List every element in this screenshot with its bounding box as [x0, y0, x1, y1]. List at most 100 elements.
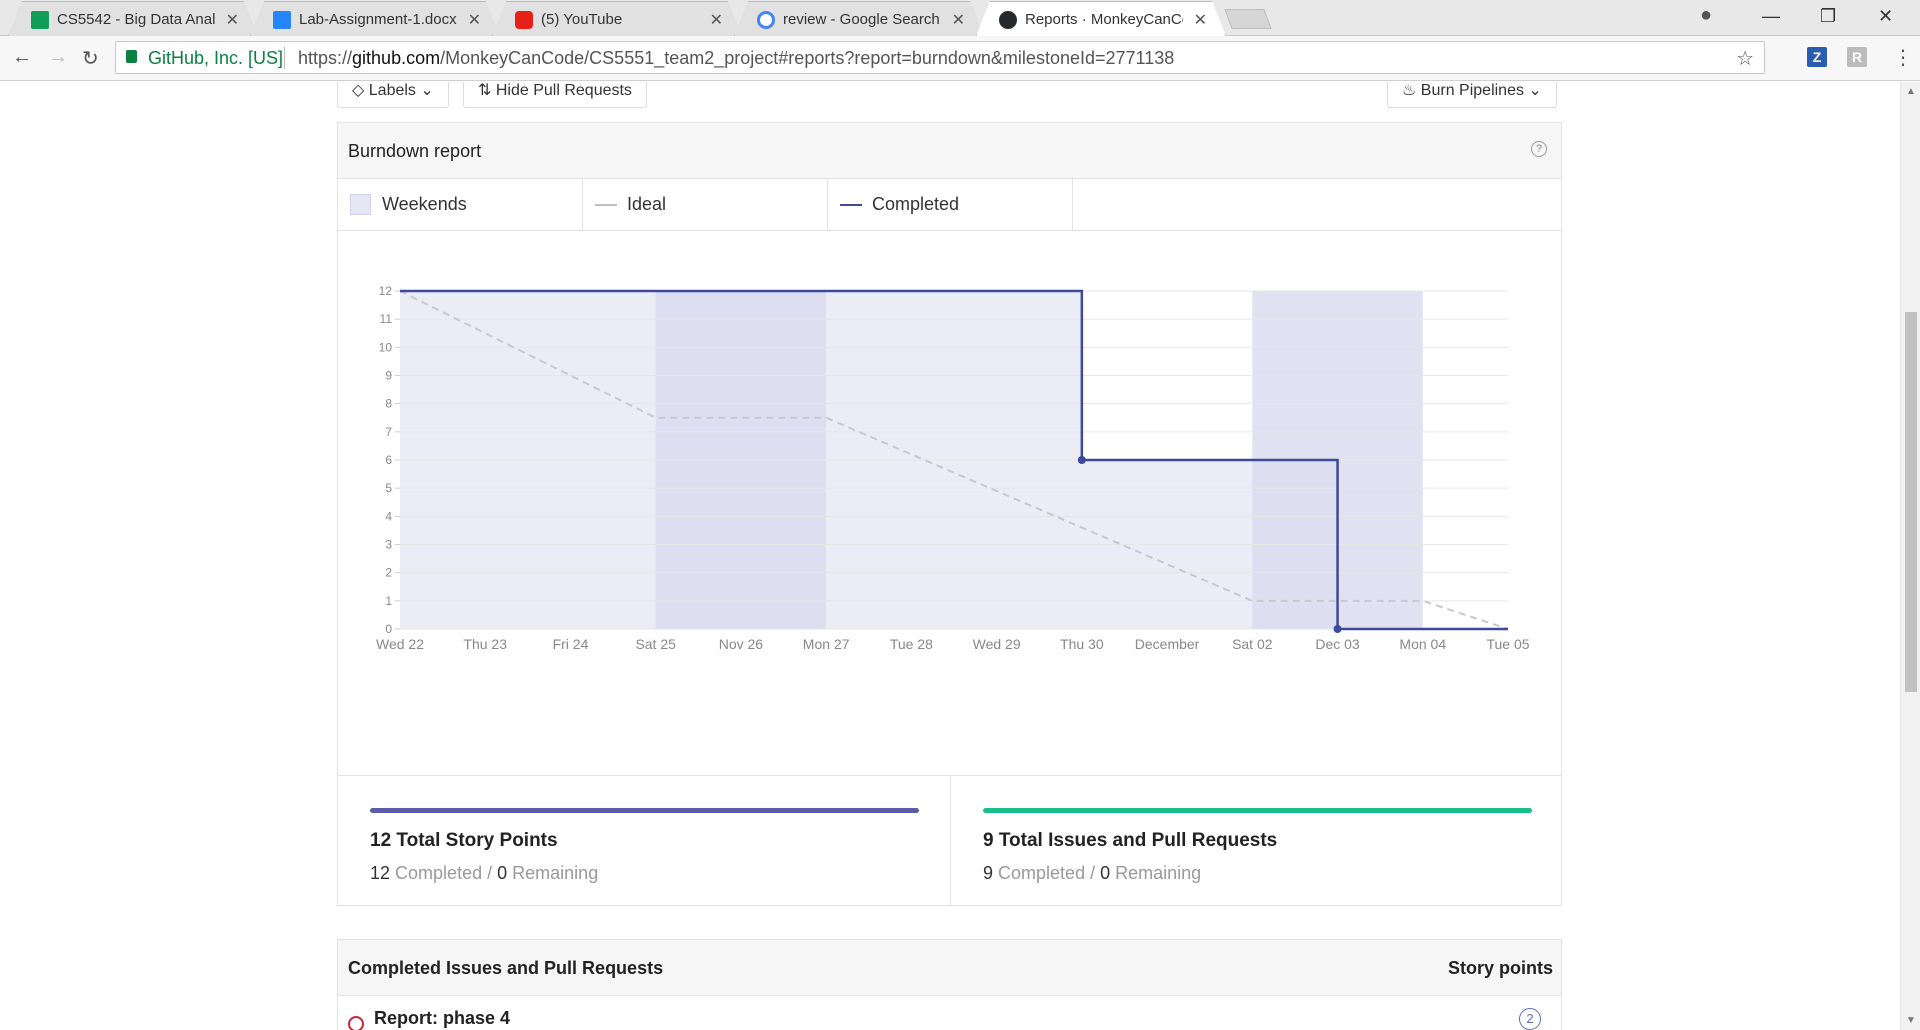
y-tick-label: 5 [385, 481, 392, 495]
y-tick-label: 1 [385, 594, 392, 608]
y-tick-label: 2 [385, 566, 392, 580]
minimize-icon[interactable]: — [1762, 6, 1780, 27]
profile-icon[interactable]: ● [1700, 4, 1712, 27]
back-icon[interactable]: ← [12, 46, 32, 69]
issues-heading: 9 Total Issues and Pull Requests [983, 830, 1277, 852]
legend-label-weekends: Weekends [382, 194, 467, 214]
y-tick-label: 3 [385, 538, 392, 552]
x-tick-label: Thu 30 [1060, 636, 1104, 652]
scroll-down-arrow-icon[interactable]: ▼ [1906, 1015, 1916, 1026]
labels-filter-button[interactable]: ◇ Labels ⌄ [337, 82, 449, 108]
new-tab-button[interactable] [1224, 9, 1272, 29]
burndown-chart-svg: 0123456789101112Wed 22 Thu 23 Fri 24 Sat 25… [376, 284, 1530, 652]
story-points-heading-text: Total Story Points [396, 830, 558, 851]
ideal-line-swatch [595, 204, 617, 206]
completed-point [1077, 456, 1086, 464]
tab-youtube[interactable]: (5) YouTube ✕ [492, 1, 742, 36]
tab-title: (5) YouTube [541, 11, 623, 28]
url-path: /MonkeyCanCode/CS5551_team2_project#repo… [440, 48, 1175, 68]
issues-stat: 9 Total Issues and Pull Requests 9 Compl… [950, 776, 1562, 905]
page-viewport: ◇ Labels ⌄ ⇅ Hide Pull Requests ♨ Burn P… [0, 82, 1900, 1030]
scrollbar-thumb[interactable] [1905, 312, 1917, 692]
completed-label: Completed / [395, 863, 493, 883]
story-points-heading: 12 Total Story Points [370, 830, 558, 852]
story-points-breakdown: 12 Completed / 0 Remaining [370, 863, 598, 884]
restore-icon[interactable]: ❐ [1820, 6, 1836, 27]
issues-remaining: 0 [1100, 863, 1111, 883]
y-tick-label: 9 [385, 369, 392, 383]
close-icon[interactable]: ✕ [468, 10, 481, 30]
y-tick-label: 10 [379, 340, 393, 354]
reload-icon[interactable]: ↻ [82, 46, 99, 71]
browser-tab-strip: CS5542 - Big Data Analy ✕ Lab-Assignment… [0, 0, 1920, 36]
burn-pipelines-button[interactable]: ♨ Burn Pipelines ⌄ [1387, 82, 1557, 108]
tab-title: review - Google Search [783, 11, 940, 28]
address-bar[interactable]: GitHub, Inc. [US] https://github.com/Mon… [115, 41, 1765, 74]
close-icon[interactable]: ✕ [952, 10, 965, 30]
issues-total: 9 [983, 830, 994, 851]
issues-completed: 9 [983, 863, 994, 883]
tab-google-search[interactable]: review - Google Search ✕ [734, 1, 984, 36]
issue-title[interactable]: Report: phase 4 [374, 1008, 510, 1029]
close-icon[interactable]: ✕ [226, 10, 239, 30]
closed-issue-icon [348, 1016, 364, 1030]
url-text[interactable]: https://github.com/MonkeyCanCode/CS5551_… [298, 48, 1174, 69]
url-scheme: https:// [298, 48, 353, 68]
legend-item-completed[interactable]: Completed [828, 179, 1073, 231]
extension-icon[interactable]: R [1847, 47, 1867, 67]
issues-heading-text: Total Issues and Pull Requests [998, 830, 1278, 851]
chevron-down-icon: ⌄ [420, 82, 434, 99]
tab-cs5542[interactable]: CS5542 - Big Data Analy ✕ [8, 1, 258, 36]
completed-issues-header: Completed Issues and Pull Requests Story… [338, 940, 1561, 996]
chevron-down-icon: ⌄ [1528, 82, 1542, 99]
y-tick-label: 6 [385, 453, 392, 467]
forward-icon[interactable]: → [48, 46, 68, 69]
burndown-report-header: Burndown report ? [338, 123, 1561, 179]
box-icon [273, 11, 291, 29]
x-tick-label: Nov 26 [719, 636, 764, 652]
legend-label-completed: Completed [872, 194, 960, 214]
help-icon[interactable]: ? [1531, 141, 1547, 157]
legend-item-weekends[interactable]: Weekends [338, 179, 583, 231]
list-item[interactable]: Report: phase 4 2 [338, 996, 1561, 1030]
tag-icon: ◇ [352, 82, 365, 99]
hide-pull-requests-label: Hide Pull Requests [495, 82, 632, 99]
tab-github-reports[interactable]: Reports · MonkeyCanCo ✕ [976, 1, 1226, 36]
sheets-icon [31, 11, 49, 29]
completed-issues-title: Completed Issues and Pull Requests [348, 958, 664, 978]
remaining-label: Remaining [512, 863, 599, 883]
legend-label-ideal: Ideal [627, 194, 667, 214]
flame-icon: ♨ [1402, 82, 1417, 99]
story-points-completed: 12 [370, 863, 391, 883]
hide-pull-requests-button[interactable]: ⇅ Hide Pull Requests [463, 82, 647, 108]
completed-issues-card: Completed Issues and Pull Requests Story… [337, 939, 1562, 1030]
close-icon[interactable]: ✕ [1194, 10, 1207, 30]
y-tick-label: 0 [385, 622, 392, 636]
secure-origin-label: GitHub, Inc. [US] [148, 48, 284, 68]
window-close-icon[interactable]: ✕ [1878, 6, 1893, 27]
completed-point [1333, 625, 1342, 633]
tab-lab-assignment[interactable]: Lab-Assignment-1.docx | ✕ [250, 1, 500, 36]
pull-request-icon: ⇅ [478, 82, 492, 99]
browser-menu-icon[interactable]: ⋮ [1893, 45, 1913, 70]
x-tick-label: Sat 25 [635, 636, 676, 652]
tab-title: CS5542 - Big Data Analy [57, 11, 215, 28]
scroll-up-arrow-icon[interactable]: ▲ [1906, 86, 1916, 97]
bookmark-star-icon[interactable]: ☆ [1736, 46, 1754, 71]
browser-toolbar: ← → ↻ GitHub, Inc. [US] https://github.c… [0, 36, 1920, 81]
page-scrollbar[interactable]: ▲ ▼ [1900, 82, 1920, 1030]
story-points-remaining: 0 [497, 863, 508, 883]
remaining-label: Remaining [1115, 863, 1202, 883]
legend-item-ideal[interactable]: Ideal [583, 179, 828, 231]
y-tick-label: 12 [379, 284, 393, 298]
x-tick-label: Wed 29 [973, 636, 1021, 652]
report-stats: 12 Total Story Points 12 Completed / 0 R… [338, 776, 1561, 905]
burndown-report-title: Burndown report [348, 141, 482, 161]
y-tick-label: 4 [385, 509, 392, 523]
youtube-icon [515, 11, 533, 29]
close-icon[interactable]: ✕ [710, 10, 723, 30]
zotero-extension-icon[interactable]: Z [1807, 47, 1827, 67]
x-tick-label: Dec 03 [1315, 636, 1360, 652]
tab-title: Lab-Assignment-1.docx | [299, 11, 457, 28]
story-points-column-header: Story points [1447, 958, 1553, 978]
